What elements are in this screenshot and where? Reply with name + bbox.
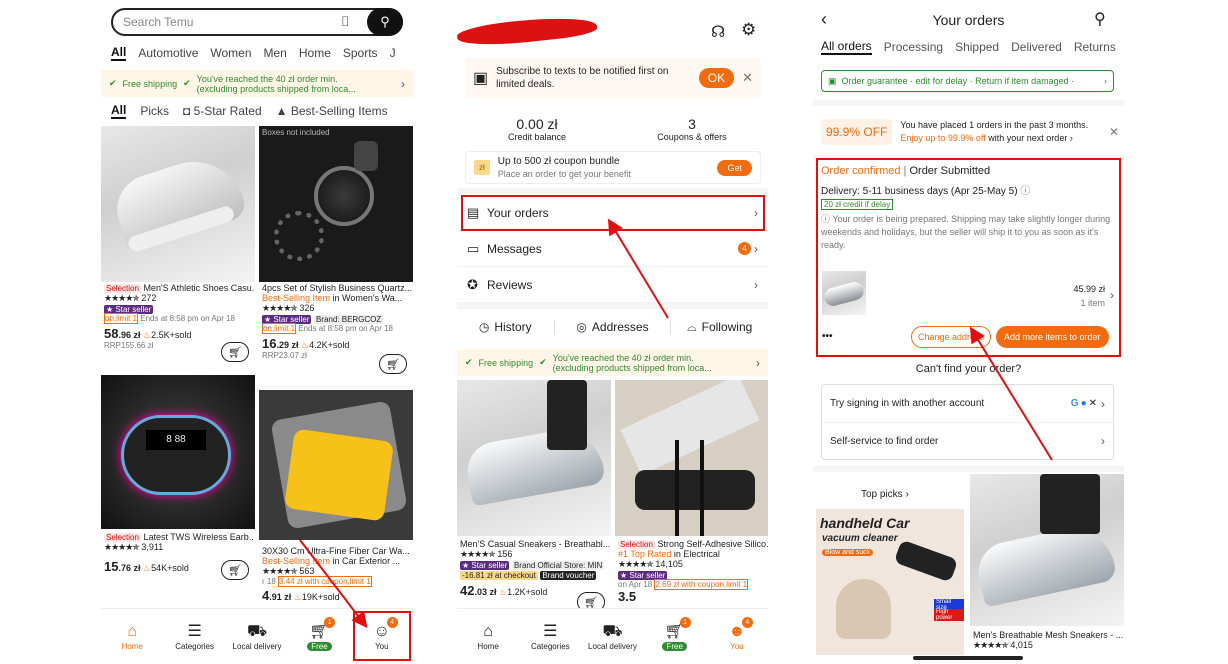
annotation-arrows [299,218,1053,629]
arrow-to-your-orders [607,218,669,319]
arrow-to-you [299,539,368,629]
arrow-to-change-address [969,326,1053,461]
